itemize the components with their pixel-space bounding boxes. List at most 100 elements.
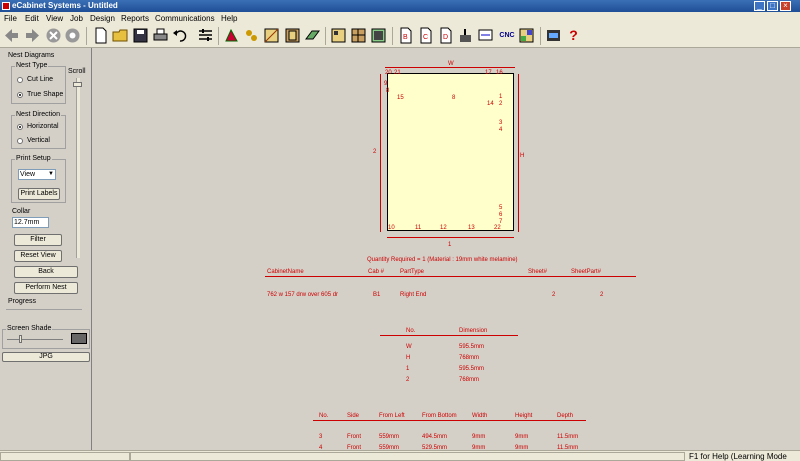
print-icon[interactable] — [152, 27, 169, 44]
undo-icon[interactable] — [172, 27, 189, 44]
title-bar: eCabinet Systems - Untitled _ □ × — [0, 0, 800, 12]
svg-text:D: D — [443, 34, 448, 41]
dim-value: 768mm — [459, 377, 480, 383]
transfer-icon[interactable] — [477, 27, 494, 44]
report-icon[interactable]: B — [397, 27, 414, 44]
shade-color-swatch[interactable] — [71, 333, 87, 344]
panel-icon[interactable] — [304, 27, 321, 44]
dim-no: H — [406, 355, 411, 361]
dim-header-rule — [380, 335, 518, 336]
screen-shade-group: Screen Shade — [2, 325, 90, 349]
cabinet-icon[interactable] — [284, 27, 301, 44]
nest-icon[interactable] — [350, 27, 367, 44]
help-question-icon[interactable]: ? — [565, 27, 582, 44]
hole-col-from-left: From Left — [379, 413, 405, 419]
menu-edit[interactable]: Edit — [25, 14, 39, 23]
close-button[interactable]: × — [780, 1, 791, 11]
mark-label: 8 — [452, 95, 456, 101]
pattern-icon[interactable] — [263, 27, 280, 44]
materials-icon[interactable] — [223, 27, 240, 44]
back-arrow-icon[interactable] — [3, 27, 20, 44]
jpg-button[interactable]: JPG — [2, 352, 90, 362]
print-labels-button[interactable]: Print Labels — [18, 188, 60, 200]
filter-button[interactable]: Filter — [14, 234, 62, 246]
reset-view-button[interactable]: Reset View — [14, 250, 62, 262]
scroll-label: Scroll — [68, 68, 86, 75]
minimize-button[interactable]: _ — [754, 1, 765, 11]
settings-grid-icon[interactable] — [197, 27, 214, 44]
menu-file[interactable]: File — [4, 14, 17, 23]
hole-col-no: No. — [319, 413, 329, 419]
mark-label: 11 — [415, 225, 422, 231]
grid-icon[interactable] — [518, 27, 535, 44]
nest-direction-title: Nest Direction — [15, 111, 61, 118]
menu-reports[interactable]: Reports — [121, 14, 149, 23]
film-icon[interactable] — [545, 27, 562, 44]
cell-sheet-part: 2 — [600, 292, 604, 298]
cut-line-radio[interactable] — [17, 77, 23, 83]
mark-label: 22 — [494, 225, 501, 231]
mark-label: 5 — [499, 205, 503, 211]
save-icon[interactable] — [132, 27, 149, 44]
menu-view[interactable]: View — [46, 14, 63, 23]
horizontal-radio[interactable] — [17, 124, 23, 130]
scroll-slider[interactable] — [76, 78, 80, 258]
forward-arrow-icon[interactable] — [24, 27, 41, 44]
true-shape-radio[interactable] — [17, 92, 23, 98]
nest-diagrams-label: Nest Diagrams — [8, 52, 55, 59]
header-rule — [265, 276, 636, 277]
mark-label: 4 — [499, 127, 503, 133]
cell-sheet: 2 — [552, 292, 556, 298]
left-panel: Nest Diagrams Scroll Nest Type Cut Line … — [0, 48, 92, 450]
menu-design[interactable]: Design — [90, 14, 115, 23]
cell-part-type: Right End — [400, 292, 427, 298]
progress-bar — [6, 309, 82, 310]
back-button[interactable]: Back — [14, 266, 78, 278]
horizontal-label: Horizontal — [27, 123, 59, 130]
toolbar-separator — [218, 27, 219, 45]
hole-col-from-bottom: From Bottom — [422, 413, 457, 419]
hole-header-rule — [313, 420, 586, 421]
menu-job[interactable]: Job — [70, 14, 83, 23]
view-select[interactable]: View ▼ — [18, 169, 56, 180]
hole-cell: 494.5mm — [422, 434, 448, 440]
hardware-icon[interactable] — [243, 27, 260, 44]
svg-text:B: B — [403, 34, 408, 41]
report-view: W 2 H 1 20 21 17 16 9 8 15 8 1 14 2 3 4 … — [100, 48, 800, 451]
hole-cell: 559mm — [379, 434, 400, 440]
stop-icon[interactable] — [45, 27, 62, 44]
menu-communications[interactable]: Communications — [155, 14, 215, 23]
layout-icon[interactable] — [330, 27, 347, 44]
mark-label: 16 — [496, 70, 503, 76]
panel-diagram[interactable]: 20 21 17 16 9 8 15 8 1 14 2 3 4 5 6 7 10… — [384, 70, 514, 231]
height-dimension-line — [518, 74, 519, 232]
cnc-button[interactable]: CNC — [497, 27, 517, 44]
chevron-down-icon: ▼ — [48, 171, 54, 177]
optimize-icon[interactable] — [370, 27, 387, 44]
document-icon[interactable]: D — [437, 27, 454, 44]
cutlist-icon[interactable]: C — [417, 27, 434, 44]
mark-label: 12 — [440, 225, 447, 231]
open-folder-icon[interactable] — [112, 27, 129, 44]
mark-label: 15 — [397, 95, 404, 101]
toolbar-separator — [86, 27, 87, 45]
perform-nest-button[interactable]: Perform Nest — [14, 282, 78, 294]
mark-label: 6 — [499, 212, 503, 218]
shade-slider-thumb[interactable] — [19, 335, 22, 343]
nest-type-title: Nest Type — [15, 62, 49, 69]
menu-help[interactable]: Help — [221, 14, 237, 23]
vertical-radio[interactable] — [17, 138, 23, 144]
height-label: H — [520, 153, 525, 159]
toolbar: B C D CNC ? — [0, 24, 800, 48]
hole-col-depth: Depth — [557, 413, 574, 419]
new-file-icon[interactable] — [92, 27, 109, 44]
scroll-thumb[interactable] — [73, 82, 82, 87]
nest-direction-group: Nest Direction Horizontal Vertical — [11, 111, 66, 149]
machine-icon[interactable] — [457, 27, 474, 44]
refresh-icon[interactable] — [64, 27, 81, 44]
maximize-button[interactable]: □ — [767, 1, 778, 11]
shade-slider[interactable] — [7, 339, 63, 340]
status-help-text: F1 for Help (Learning Mode ON) — [689, 452, 787, 461]
collar-field[interactable]: 12.7mm — [12, 217, 49, 228]
collar-label: Collar — [12, 208, 31, 215]
